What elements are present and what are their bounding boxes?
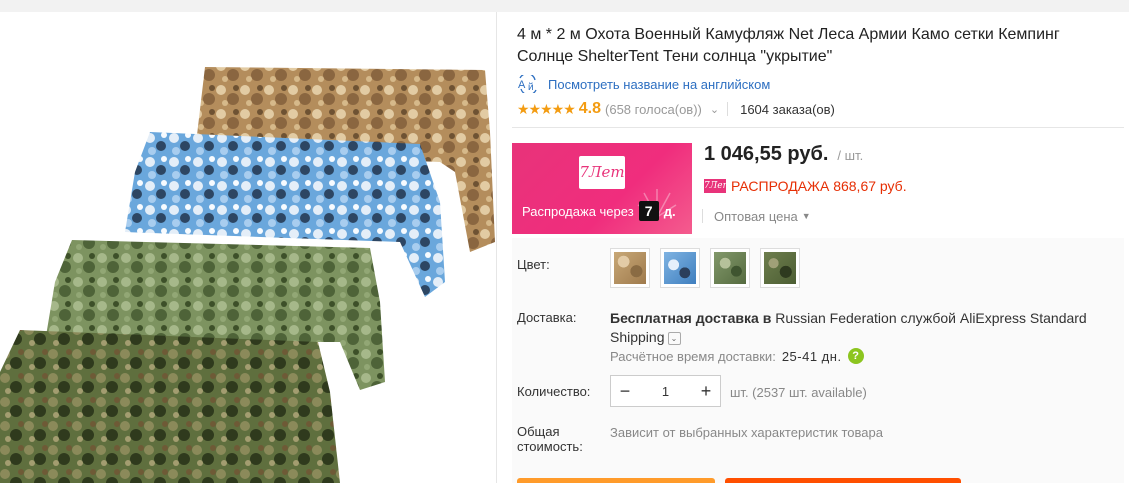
caret-down-icon: ▼ <box>801 211 811 221</box>
rating-value: 4.8 <box>578 100 602 117</box>
translate-icon: A й <box>517 72 539 96</box>
translate-title-text: Посмотреть название на английском <box>548 76 771 92</box>
rating-separator <box>727 102 729 116</box>
expand-delivery-icon[interactable]: ⌄ <box>667 331 681 345</box>
add-to-cart-button[interactable] <box>725 478 961 483</box>
sale-price: 7Лет РАСПРОДАЖА 868,67 руб. <box>704 178 907 194</box>
quantity-label: Количество: <box>517 384 591 399</box>
translate-title-link[interactable]: A й Посмотреть название на английском <box>517 72 771 96</box>
wholesale-label: Оптовая цена <box>714 208 798 224</box>
quantity-increase-button[interactable]: + <box>692 376 720 406</box>
divider <box>512 127 1124 128</box>
product-detail: 4 м * 2 м Охота Военный Камуфляж Net Лес… <box>497 12 1129 483</box>
swatch-image <box>664 252 696 284</box>
price-unit: / шт. <box>837 148 864 163</box>
rating-stars: ★★★★★ <box>517 100 576 117</box>
price-value: 1 046,55 руб. <box>704 143 829 165</box>
quantity-decrease-button[interactable]: − <box>611 376 639 406</box>
product-image[interactable] <box>0 12 496 483</box>
color-label: Цвет: <box>517 257 550 272</box>
color-swatch-green[interactable] <box>710 248 750 288</box>
countdown-days: 7 <box>638 201 659 221</box>
sale-countdown: Распродажа через 7 д. <box>522 201 676 221</box>
votes-count[interactable]: (658 голоса(ов)) <box>605 102 702 117</box>
quantity-input[interactable]: 1 <box>639 384 692 399</box>
top-strip <box>0 0 1129 12</box>
chevron-down-icon[interactable]: ⌄ <box>710 103 719 116</box>
wholesale-price-toggle[interactable]: Оптовая цена ▼ <box>702 208 811 224</box>
camo-nets-image <box>0 67 495 483</box>
delivery-eta: Расчётное время доставки: 25-41 дн. ? <box>610 348 864 364</box>
price-block: 1 046,55 руб. / шт. <box>704 143 863 166</box>
total-label-line2: стоимость: <box>517 439 583 454</box>
product-title: 4 м * 2 м Охота Военный Камуфляж Net Лес… <box>517 26 1060 65</box>
total-cost-label: Общая стоимость: <box>517 424 583 454</box>
orders-count: 1604 заказа(ов) <box>740 101 835 117</box>
color-swatches <box>610 248 810 288</box>
total-label-line1: Общая <box>517 424 560 439</box>
countdown-prefix: Распродажа через <box>522 203 634 219</box>
quantity-stepper: − 1 + <box>610 375 721 407</box>
color-swatch-desert[interactable] <box>610 248 650 288</box>
color-swatch-woodland[interactable] <box>760 248 800 288</box>
help-icon[interactable]: ? <box>847 348 864 364</box>
delivery-label: Доставка: <box>517 310 577 325</box>
eta-value: 25-41 дн. <box>781 348 842 364</box>
svg-text:A: A <box>518 79 526 91</box>
total-cost-note: Зависит от выбранных характеристик товар… <box>610 425 883 440</box>
buy-now-button[interactable] <box>517 478 715 483</box>
color-swatch-blue[interactable] <box>660 248 700 288</box>
sale-price-text: РАСПРОДАЖА 868,67 руб. <box>731 178 907 194</box>
rating-row: ★★★★★ 4.8 (658 голоса(ов)) ⌄ 1604 заказа… <box>517 99 835 119</box>
countdown-unit: д. <box>663 203 676 219</box>
sale-banner: 7Лет Распродажа через 7 д. <box>512 143 692 234</box>
seven-years-logo: 7Лет <box>579 156 625 189</box>
swatch-image <box>714 252 746 284</box>
delivery-free-text: Бесплатная доставка в <box>610 310 772 326</box>
availability-text: шт. (2537 шт. available) <box>730 385 867 400</box>
eta-label: Расчётное время доставки: <box>610 348 776 364</box>
swatch-image <box>614 252 646 284</box>
delivery-info: Бесплатная доставка в Russian Federation… <box>610 309 1100 347</box>
wholesale-separator <box>702 209 703 223</box>
sale-badge-icon: 7Лет <box>704 179 732 193</box>
svg-text:й: й <box>528 82 534 93</box>
swatch-image <box>764 252 796 284</box>
